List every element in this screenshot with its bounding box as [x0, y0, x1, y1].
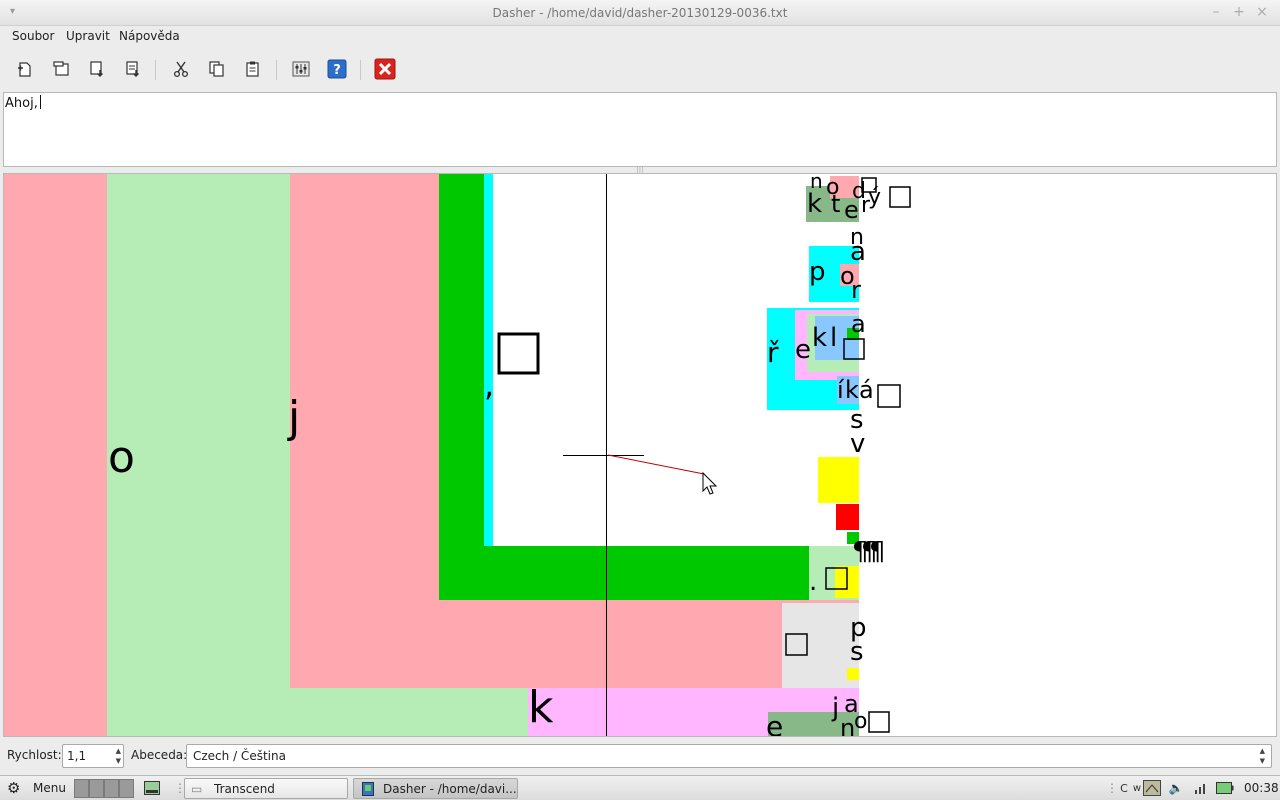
quit-icon[interactable] [372, 56, 398, 82]
clock: 00:38 [1244, 781, 1279, 795]
battery-icon[interactable] [1216, 779, 1234, 797]
close-icon[interactable]: × [1254, 4, 1270, 20]
svg-text:?: ? [333, 63, 341, 78]
dasher-letter: o [854, 709, 867, 734]
dasher-letter: j [831, 693, 839, 723]
menu-bar: Soubor Upravit Nápověda [0, 26, 1280, 48]
task-dasher-label: Dasher - /home/davi... [383, 782, 517, 796]
volume-icon[interactable]: 🔈 [1167, 779, 1185, 797]
menu-upravit[interactable]: Upravit [66, 29, 110, 43]
new-icon[interactable] [12, 56, 38, 82]
task-transcend-label: Transcend [214, 782, 275, 796]
box-o-prev [4, 174, 107, 736]
menu-button[interactable]: Menu [33, 781, 66, 795]
box-red [836, 504, 859, 530]
dasher-letter: r [851, 276, 861, 304]
cut-icon[interactable] [168, 56, 194, 82]
box-yellow-3 [847, 668, 859, 680]
dasher-letter: e [844, 196, 859, 224]
task-transcend[interactable]: ▭ Transcend [184, 778, 348, 799]
space-symbol-box [877, 384, 901, 408]
speed-label: Rychlost: [7, 748, 62, 762]
window-title: Dasher - /home/david/dasher-20130129-003… [492, 6, 788, 20]
dasher-letter: j [287, 392, 300, 443]
dasher-letter: t [831, 190, 840, 218]
preferences-icon[interactable] [288, 56, 314, 82]
alphabet-select[interactable]: Czech / Čeština ▲ ▼ [186, 744, 1272, 768]
dasher-letter: v [850, 429, 865, 459]
dasher-letter: k [845, 376, 859, 404]
open-icon[interactable] [48, 56, 74, 82]
dasher-letter: s [850, 637, 864, 667]
box-yellow [818, 457, 859, 503]
taskbar-panel: ⚙ Menu ⋮ ▭ Transcend Dasher - /home/davi… [0, 775, 1280, 800]
toolbar-separator [276, 60, 277, 80]
dasher-letter: ¶ [869, 537, 886, 567]
title-bar[interactable]: ▾ Dasher - /home/david/dasher-20130129-0… [0, 0, 1280, 26]
spin-arrows-icon[interactable]: ▲ ▼ [116, 746, 121, 766]
dasher-letter: o [108, 432, 135, 483]
task-transcend-icon: ▭ [191, 782, 203, 796]
combo-arrows-icon[interactable]: ▲ ▼ [1260, 746, 1265, 766]
dasher-letter: r [861, 193, 871, 218]
save-icon[interactable] [84, 56, 110, 82]
toolbar-separator [360, 60, 361, 80]
dasher-zoom-view[interactable]: o j , k n o d ý k t e r n a p o r ř e k … [4, 174, 1276, 736]
alphabet-label: Abeceda: [131, 748, 188, 762]
text-output-area[interactable]: Ahoj, [3, 92, 1277, 167]
workspace-1[interactable] [74, 779, 89, 798]
dasher-letter: e [795, 335, 811, 365]
dasher-letter: á [859, 376, 874, 404]
menu-soubor[interactable]: Soubor [12, 29, 54, 43]
screenshot-icon[interactable] [1143, 779, 1161, 797]
dasher-letter: p [809, 257, 826, 287]
show-desktop-icon[interactable] [143, 779, 161, 797]
dasher-letter: k [807, 189, 822, 219]
space-symbol-box [889, 186, 911, 208]
dasher-letter: a [851, 310, 866, 338]
save-as-icon[interactable] [120, 56, 146, 82]
speed-value: 1,1 [67, 749, 87, 763]
paste-icon[interactable] [240, 56, 266, 82]
dasher-letter: ř [767, 336, 779, 369]
speed-spinbox[interactable]: 1,1 ▲ ▼ [62, 744, 124, 768]
copy-icon[interactable] [204, 56, 230, 82]
help-icon[interactable]: ? [324, 56, 350, 82]
workspace-2[interactable] [89, 779, 104, 798]
dasher-canvas[interactable]: o j , k n o d ý k t e r n a p o r ř e k … [3, 173, 1277, 737]
maximize-icon[interactable]: + [1231, 4, 1247, 20]
dasher-letter: l [830, 323, 837, 353]
dasher-letter: n [840, 714, 855, 736]
status-bar: Rychlost: 1,1 ▲ ▼ Abeceda: Czech / Čeština… [0, 740, 1280, 770]
dasher-letter: . [809, 567, 817, 597]
toolbar-separator [155, 60, 156, 80]
workspace-4[interactable] [119, 779, 134, 798]
editor-text: Ahoj, [5, 96, 38, 111]
dasher-letter: , [484, 366, 494, 404]
workspace-3[interactable] [104, 779, 119, 798]
task-dasher[interactable]: Dasher - /home/davi... [353, 778, 518, 799]
dasher-letter: k [812, 323, 827, 353]
network-icon[interactable] [1192, 779, 1210, 797]
menu-gear-icon[interactable]: ⚙ [7, 779, 20, 797]
task-dasher-icon [362, 782, 374, 799]
dasher-letter: k [528, 682, 554, 733]
alphabet-value: Czech / Čeština [193, 749, 286, 763]
text-caret [39, 95, 41, 109]
dasher-window: ▾ Dasher - /home/david/dasher-20130129-0… [0, 0, 1280, 775]
toolbar: ? [0, 52, 1280, 88]
space-symbol-box [868, 711, 890, 733]
dasher-letter: e [766, 710, 783, 736]
minimize-icon[interactable]: – [1208, 4, 1224, 20]
menu-napoveda[interactable]: Nápověda [119, 29, 180, 43]
